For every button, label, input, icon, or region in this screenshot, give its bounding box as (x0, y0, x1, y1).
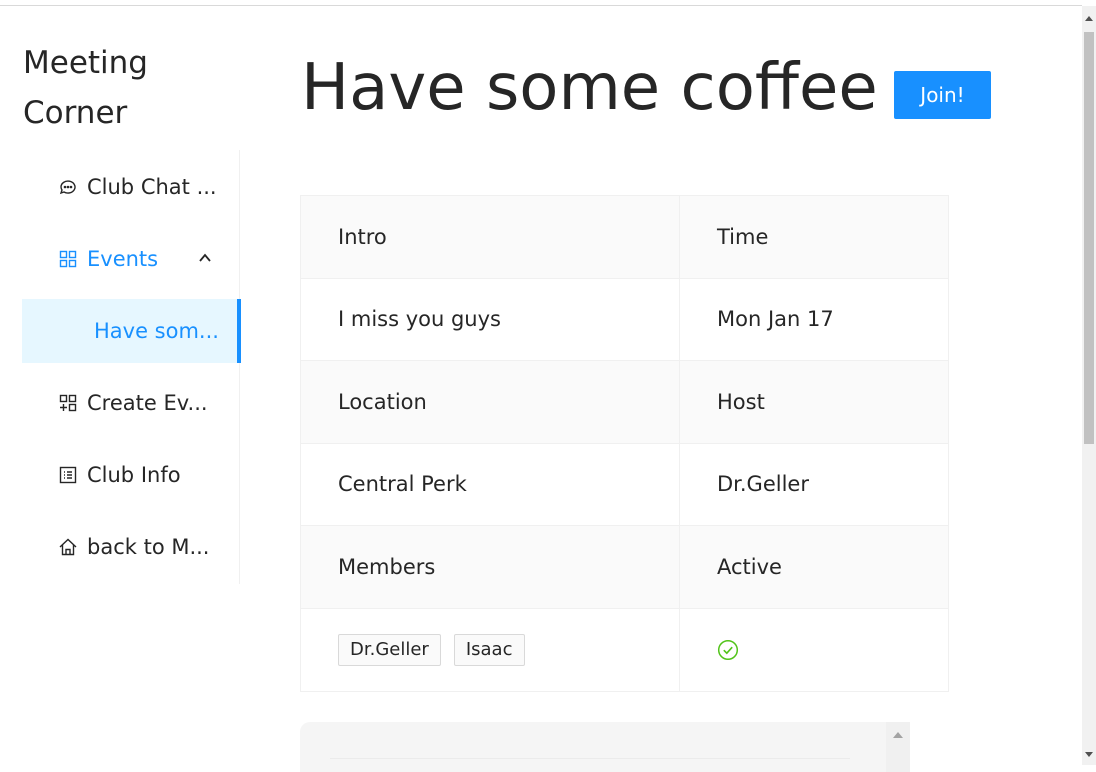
table-row: Central Perk Dr.Geller (301, 443, 948, 526)
scroll-up-arrow-icon[interactable] (1082, 12, 1096, 26)
chevron-up-icon[interactable] (198, 251, 212, 265)
active-label: Active (717, 554, 782, 579)
page-title: Have some coffee (301, 51, 878, 125)
sidebar-item-label: Have som... (94, 319, 219, 343)
intro-label: Intro (301, 196, 680, 278)
scrollbar-thumb[interactable] (1084, 32, 1094, 444)
location-label: Location (301, 361, 680, 443)
members-label: Members (301, 526, 680, 608)
page-scrollbar[interactable] (1082, 6, 1096, 765)
host-value: Dr.Geller (717, 472, 809, 497)
sidebar-item-club-info[interactable]: Club Info (22, 443, 239, 507)
table-row: Intro Time (301, 196, 948, 279)
table-row: Location Host (301, 361, 948, 444)
table-row: Dr.Geller Isaac (301, 608, 948, 692)
list-box-icon (58, 465, 78, 485)
chat-panel-divider (330, 758, 850, 759)
sidebar-item-back-to-main[interactable]: back to M... (22, 515, 239, 579)
sidebar-menu: Club Chat ... Events Have som... Create … (22, 150, 241, 584)
grid-plus-icon (58, 393, 78, 413)
scroll-down-arrow-icon[interactable] (1082, 747, 1096, 761)
table-row: Members Active (301, 526, 948, 609)
app-title: Meeting Corner (23, 45, 148, 131)
check-circle-icon (717, 639, 739, 660)
host-label: Host (717, 389, 765, 414)
chat-bubbles-icon (58, 177, 78, 197)
sidebar-item-label: Events (87, 247, 159, 271)
members-value: Dr.Geller Isaac (301, 608, 680, 691)
home-icon (58, 537, 78, 557)
table-row: I miss you guys Mon Jan 17 (301, 278, 948, 361)
top-divider (0, 5, 1082, 6)
sidebar-item-label: Club Chat ... (87, 175, 217, 199)
sidebar-item-label: Club Info (87, 463, 181, 487)
sidebar-item-events[interactable]: Events (22, 227, 239, 291)
intro-value: I miss you guys (301, 278, 680, 360)
time-label: Time (717, 224, 769, 249)
time-value: Mon Jan 17 (717, 307, 834, 332)
active-value (680, 609, 948, 692)
sidebar-item-club-chat[interactable]: Club Chat ... (22, 155, 239, 219)
grid-icon (58, 249, 78, 269)
sidebar-item-have-some-coffee[interactable]: Have som... (22, 299, 241, 363)
event-details-table: Intro Time I miss you guys Mon Jan 17 Lo… (300, 195, 949, 692)
sidebar-item-create-event[interactable]: Create Ev... (22, 371, 239, 435)
join-button[interactable]: Join! (894, 71, 991, 119)
location-value: Central Perk (301, 443, 680, 525)
scroll-up-arrow-icon[interactable] (886, 722, 910, 746)
sidebar-item-label: Create Ev... (87, 391, 208, 415)
sidebar-item-label: back to M... (87, 535, 210, 559)
member-tag: Dr.Geller (338, 633, 441, 666)
member-tag: Isaac (453, 633, 525, 666)
